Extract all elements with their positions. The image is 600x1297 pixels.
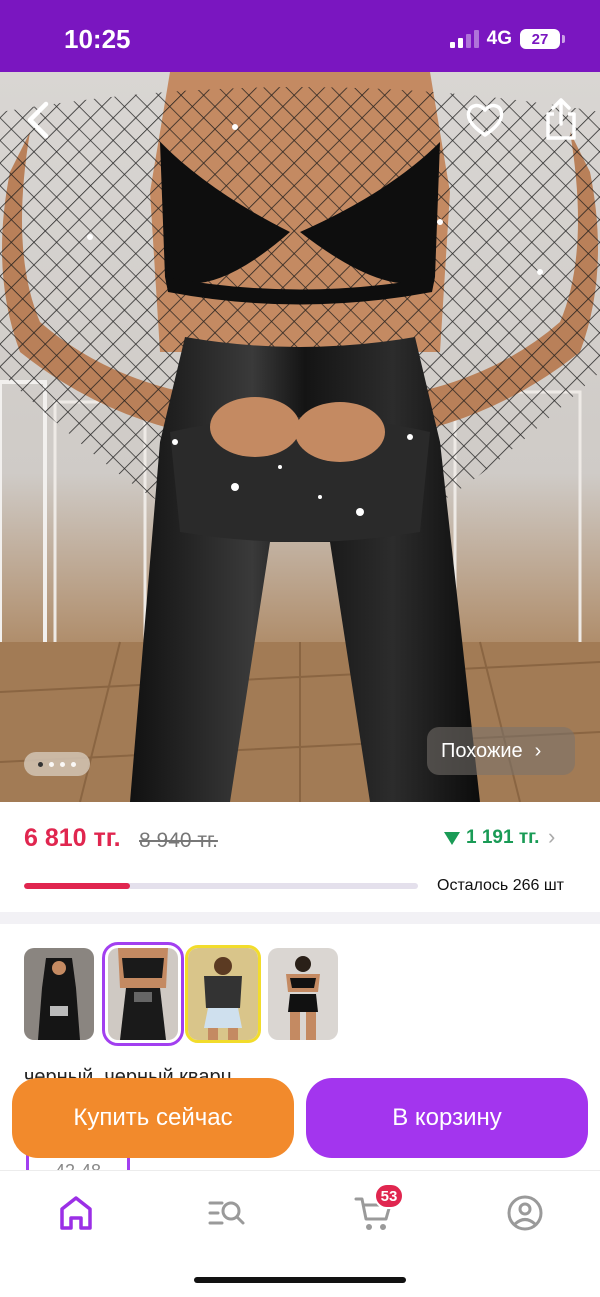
buy-now-button[interactable]: Купить сейчас — [12, 1078, 294, 1158]
stock-remaining: Осталось 266 шт — [437, 877, 564, 894]
saving-value: 1 191 тг. — [466, 827, 540, 848]
battery-level: 27 — [531, 30, 549, 48]
battery-icon: 27 — [520, 29, 565, 49]
stock-progress-fill — [24, 883, 131, 889]
catalog-search-icon[interactable] — [204, 1191, 248, 1235]
similar-label: Похожие — [441, 739, 523, 762]
home-indicator — [194, 1277, 406, 1283]
chevron-right-icon[interactable]: › — [548, 824, 555, 850]
product-image-gallery[interactable]: Похожие › — [0, 72, 600, 802]
heart-icon[interactable] — [464, 100, 506, 140]
status-bar: 10:25 4G 27 — [0, 0, 600, 72]
product-photo — [0, 72, 600, 802]
gallery-page-indicator — [24, 752, 90, 776]
current-price: 6 810 тг. — [24, 824, 121, 852]
share-icon[interactable] — [540, 96, 582, 142]
profile-icon[interactable] — [503, 1191, 547, 1235]
status-time: 10:25 — [64, 24, 131, 54]
price-section: 6 810 тг. 8 940 тг. 1 191 тг. › Осталось… — [0, 802, 600, 912]
stock-progress-bar — [24, 883, 418, 889]
old-price: 8 940 тг. — [139, 829, 218, 852]
section-divider — [0, 912, 600, 924]
chevron-right-icon: › — [534, 739, 542, 762]
variant-thumb[interactable] — [24, 948, 94, 1040]
back-icon[interactable] — [20, 96, 60, 144]
add-to-cart-button[interactable]: В корзину — [306, 1078, 588, 1158]
saving-amount[interactable]: 1 191 тг. — [444, 827, 539, 849]
cart-badge: 53 — [374, 1183, 404, 1209]
variant-thumb[interactable] — [185, 945, 261, 1043]
status-indicators: 4G 27 — [449, 28, 565, 50]
home-icon[interactable] — [54, 1191, 98, 1235]
variant-thumb[interactable] — [268, 948, 338, 1040]
signal-icon — [449, 30, 479, 48]
network-type: 4G — [486, 28, 512, 49]
variant-thumb-selected[interactable] — [102, 942, 184, 1046]
down-triangle-icon — [444, 831, 460, 845]
similar-button[interactable]: Похожие › — [427, 727, 575, 775]
